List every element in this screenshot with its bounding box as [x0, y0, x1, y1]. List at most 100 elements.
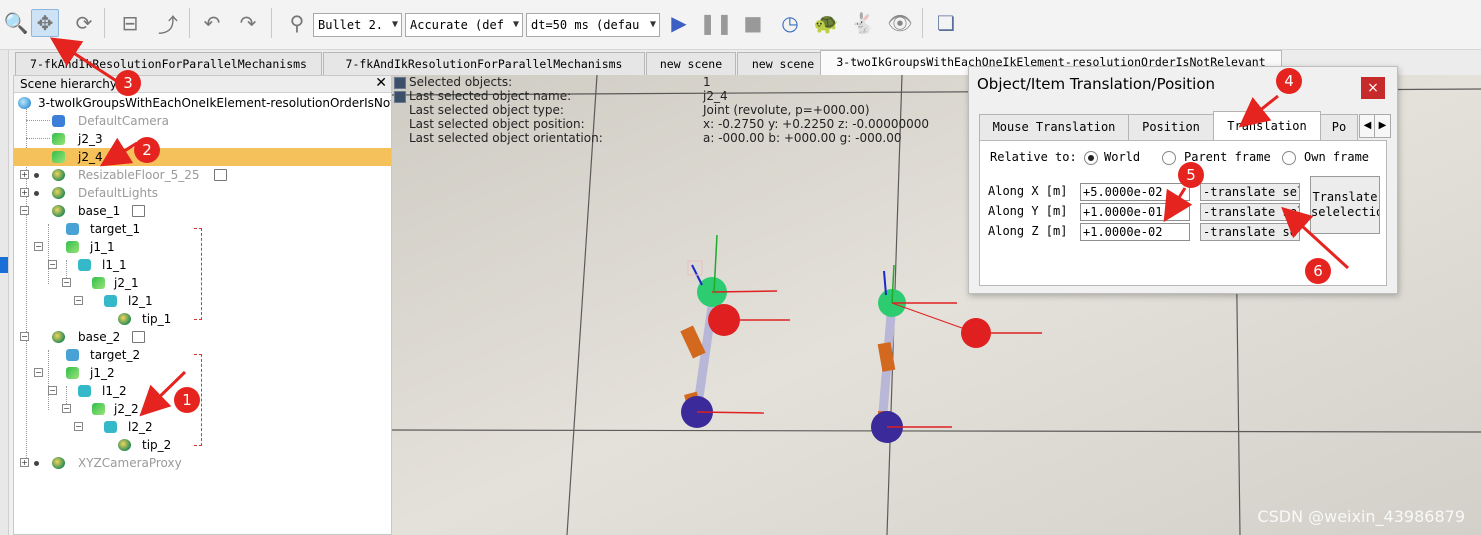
undo-icon[interactable]: ↶ — [198, 9, 226, 37]
tree-item-base-2[interactable]: − base_2 — [14, 328, 391, 346]
tree-item-l1-1[interactable]: − l1_1 — [14, 256, 391, 274]
collapse-icon[interactable]: − — [20, 332, 29, 341]
expand-icon[interactable]: + — [20, 458, 29, 467]
tab-mouse-translation[interactable]: Mouse Translation — [979, 114, 1129, 140]
radio-own-frame[interactable] — [1282, 151, 1296, 165]
tab-new-scene-2[interactable]: new scene — [737, 52, 829, 75]
redo-icon[interactable]: ↷ — [234, 9, 262, 37]
expand-icon[interactable]: + — [20, 188, 29, 197]
along-z-label: Along Z [m] — [988, 224, 1068, 238]
tree-item-j2-3[interactable]: j2_3 — [14, 130, 391, 148]
collapse-icon[interactable]: − — [62, 404, 71, 413]
tree-item-l2-2[interactable]: − l2_2 — [14, 418, 391, 436]
radio-parent-frame[interactable] — [1162, 151, 1176, 165]
collapse-icon[interactable]: − — [34, 242, 43, 251]
main-toolbar: 🔍 ✥ ⟳ ⊟ ⤴ ↶ ↷ ⚲ Bullet 2. ▼ Accurate (def… — [0, 0, 1481, 50]
object-rotate-icon[interactable]: ⟳ — [70, 9, 98, 37]
expand-icon[interactable]: + — [20, 170, 29, 179]
tree-item-tip-2[interactable]: tip_2 — [14, 436, 391, 454]
tree-item-scene-root[interactable]: 3-twoIkGroupsWithEachOneIkElement-resolu… — [14, 94, 391, 112]
translate-selection-button[interactable]: Translate selelection — [1310, 176, 1380, 234]
info-label-object-orientation: Last selected object orientation: — [409, 131, 603, 145]
along-z-input[interactable]: +1.0000e-02 — [1080, 223, 1190, 241]
watermark-text: CSDN @weixin_43986879 — [1257, 507, 1465, 526]
tab-translation[interactable]: Translation — [1213, 111, 1321, 141]
annotation-marker-5: 5 — [1178, 162, 1204, 188]
speed-up-rabbit-icon[interactable]: 🐇 — [849, 9, 877, 37]
tree-item-default-lights[interactable]: + DefaultLights — [14, 184, 391, 202]
collapse-icon[interactable]: − — [20, 206, 29, 215]
tree-item-xyz-camera-proxy[interactable]: + XYZCameraProxy — [14, 454, 391, 472]
model-icon — [52, 205, 65, 217]
tree-item-tip-1[interactable]: tip_1 — [14, 310, 391, 328]
tree-item-j2-2[interactable]: − j2_2 — [14, 400, 391, 418]
info-toggle-checkbox[interactable] — [394, 91, 406, 103]
realtime-clock-icon[interactable]: ◷ — [776, 9, 804, 37]
tab-position[interactable]: Position — [1128, 114, 1214, 140]
annotation-marker-1: 1 — [174, 387, 200, 413]
tree-item-default-camera[interactable]: DefaultCamera — [14, 112, 391, 130]
translate-y-button[interactable]: -translate sel — [1200, 203, 1300, 221]
tree-item-l1-2[interactable]: − l1_2 — [14, 382, 391, 400]
collapse-icon[interactable]: − — [34, 368, 43, 377]
info-label-selected-objects: Selected objects: — [409, 75, 513, 89]
joint-icon — [92, 403, 105, 415]
selection-info-panel: Selected objects: 1 Last selected object… — [392, 75, 992, 145]
collapse-icon[interactable]: − — [74, 422, 83, 431]
shape-cube-icon — [78, 385, 91, 397]
physics-engine-select[interactable]: Bullet 2. ▼ — [313, 13, 402, 37]
collapse-icon[interactable]: − — [48, 386, 57, 395]
collapse-icon[interactable]: − — [48, 260, 57, 269]
dialog-close-button[interactable]: × — [1361, 77, 1385, 99]
info-toggle-checkbox[interactable] — [394, 77, 406, 89]
assemble-icon[interactable]: ⊟ — [116, 9, 144, 37]
play-icon[interactable]: ▶ — [665, 9, 693, 37]
slow-down-turtle-icon[interactable]: 🐢 — [812, 9, 840, 37]
stop-icon[interactable]: ■ — [739, 9, 767, 37]
page-selector-icon[interactable]: ❏ — [932, 9, 960, 37]
model-icon — [52, 169, 65, 181]
collapse-icon[interactable]: − — [74, 296, 83, 305]
visualization-eye-icon[interactable]: 👁 — [886, 9, 914, 37]
transfer-dna-icon[interactable]: ⤴ — [154, 9, 182, 37]
timestep-select[interactable]: dt=50 ms (defau ▼ — [526, 13, 660, 37]
tree-item-resizable-floor[interactable]: + ResizableFloor_5_25 — [14, 166, 391, 184]
translate-z-button[interactable]: -translate sel — [1200, 223, 1300, 241]
info-value-selected-objects: 1 — [703, 75, 711, 89]
tree-item-l2-1[interactable]: − l2_1 — [14, 292, 391, 310]
tab-scroll-right-icon[interactable]: ▶ — [1374, 114, 1391, 138]
close-icon[interactable]: ✕ — [375, 76, 387, 91]
info-label-object-type: Last selected object type: — [409, 103, 564, 117]
model-icon — [52, 457, 65, 469]
tree-item-j1-2[interactable]: − j1_2 — [14, 364, 391, 382]
tree-item-target-2[interactable]: target_2 — [14, 346, 391, 364]
radio-own-frame-label: Own frame — [1304, 150, 1370, 164]
script-icon[interactable] — [132, 205, 145, 217]
joint-icon — [66, 241, 79, 253]
dynamics-icon[interactable]: ⚲ — [283, 9, 311, 37]
pause-icon[interactable]: ❚❚ — [699, 9, 733, 37]
tab-scene-2[interactable]: 7-fkAndIkResolutionForParallelMechanisms — [323, 52, 645, 75]
globe-icon — [18, 97, 31, 109]
tree-item-target-1[interactable]: target_1 — [14, 220, 391, 238]
translate-x-button[interactable]: -translate sel — [1200, 183, 1300, 201]
tree-item-j2-4[interactable]: j2_4 — [14, 148, 391, 166]
accuracy-select[interactable]: Accurate (def ▼ — [405, 13, 523, 37]
model-icon — [52, 331, 65, 343]
tab-new-scene-1[interactable]: new scene — [646, 52, 736, 75]
tab-po-truncated[interactable]: Po — [1320, 114, 1358, 140]
tree-item-base-1[interactable]: − base_1 — [14, 202, 391, 220]
script-icon[interactable] — [132, 331, 145, 343]
collapse-icon[interactable]: − — [62, 278, 71, 287]
left-side-strip — [0, 50, 9, 535]
joint-icon — [66, 367, 79, 379]
tree-item-j2-1[interactable]: − j2_1 — [14, 274, 391, 292]
tab-scene-1[interactable]: 7-fkAndIkResolutionForParallelMechanisms — [15, 52, 322, 75]
radio-world[interactable] — [1084, 151, 1098, 165]
camera-pan-icon[interactable]: 🔍 — [2, 9, 30, 37]
tree-item-j1-1[interactable]: − j1_1 — [14, 238, 391, 256]
object-shift-icon[interactable]: ✥ — [31, 9, 59, 37]
along-x-input[interactable]: +5.0000e-02 — [1080, 183, 1190, 201]
along-y-input[interactable]: +1.0000e-01 — [1080, 203, 1190, 221]
script-icon[interactable] — [214, 169, 227, 181]
